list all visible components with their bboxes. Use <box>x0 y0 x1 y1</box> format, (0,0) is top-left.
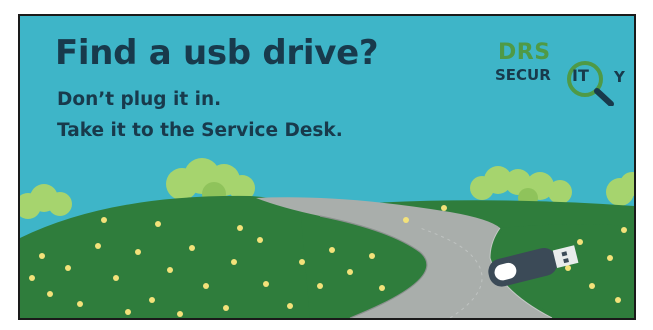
logo-secur: SECUR <box>495 66 551 84</box>
logo-it: IT <box>572 66 589 85</box>
logo-drs: DRS <box>498 40 551 65</box>
headline: Find a usb drive? <box>55 33 379 73</box>
subheading-line-1: Don’t plug it in. <box>57 89 222 110</box>
subheading-line-2: Take it to the Service Desk. <box>57 120 343 141</box>
drs-security-logo: DRS SECUR IT Y <box>490 42 630 106</box>
security-poster: Find a usb drive? Don’t plug it in. Take… <box>18 14 636 320</box>
logo-y: Y <box>614 68 625 86</box>
